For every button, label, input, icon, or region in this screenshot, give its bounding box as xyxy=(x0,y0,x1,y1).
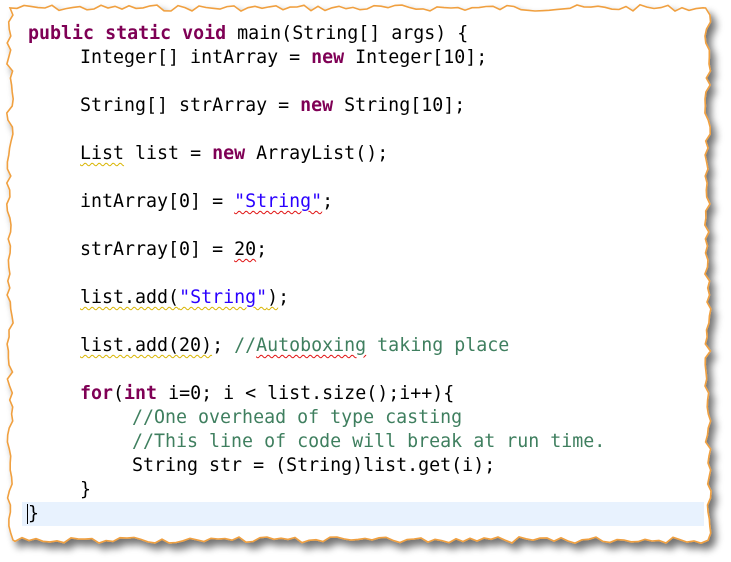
keyword: for xyxy=(80,383,114,404)
keyword: static xyxy=(105,23,172,44)
code-editor[interactable]: public static void main(String[] args) {… xyxy=(22,20,704,530)
code-text: main(String[] args) { xyxy=(226,23,469,44)
code-text: String str = (String)list.get(i); xyxy=(132,455,496,476)
comment: //This line of code will break at run ti… xyxy=(132,431,606,452)
code-text: ; xyxy=(278,287,290,308)
code-line-1[interactable]: public static void main(String[] args) { xyxy=(28,22,468,46)
code-line-4[interactable]: List list = new ArrayList(); xyxy=(80,142,388,166)
keyword: int xyxy=(124,383,158,404)
spelling-squiggle: Autoboxing xyxy=(256,335,367,356)
code-text: i=0; i < list.size();i++){ xyxy=(157,383,455,404)
code-text: list = xyxy=(124,143,213,164)
code-text: intArray[0] = xyxy=(80,191,235,212)
keyword: new xyxy=(212,143,246,164)
code-text: strArray[0] = xyxy=(80,239,235,260)
keyword: void xyxy=(182,23,227,44)
code-line-6[interactable]: strArray[0] = 20; xyxy=(80,238,267,262)
string-literal: "String" xyxy=(179,287,268,308)
code-line-10[interactable]: //One overhead of type casting xyxy=(132,406,462,430)
code-line-3[interactable]: String[] strArray = new String[10]; xyxy=(80,94,465,118)
code-text: ; xyxy=(256,239,268,260)
error-squiggle: "String" xyxy=(234,191,323,212)
comment: taking place xyxy=(366,335,510,356)
warning-squiggle: list.add(20) xyxy=(80,335,213,356)
comment: //One overhead of type casting xyxy=(132,407,463,428)
code-text: list.add( xyxy=(80,287,180,308)
current-line-highlight xyxy=(22,502,704,526)
code-line-12[interactable]: String str = (String)list.get(i); xyxy=(132,454,495,478)
warning-squiggle: list.add("String") xyxy=(80,287,278,308)
code-text: ; xyxy=(322,191,334,212)
code-line-11[interactable]: //This line of code will break at run ti… xyxy=(132,430,605,454)
code-text: ( xyxy=(113,383,125,404)
comment: // xyxy=(234,335,257,356)
warning-squiggle: List xyxy=(80,143,125,164)
closing-brace: } xyxy=(28,503,40,524)
keyword: new xyxy=(300,95,334,116)
code-line-5[interactable]: intArray[0] = "String"; xyxy=(80,190,333,214)
code-text: String[] strArray = xyxy=(80,95,301,116)
keyword: public xyxy=(28,23,95,44)
code-text: ; xyxy=(212,335,235,356)
code-line-9[interactable]: for(int i=0; i < list.size();i++){ xyxy=(80,382,454,406)
code-text: ) xyxy=(267,287,279,308)
code-line-13[interactable]: } xyxy=(80,478,91,502)
keyword: new xyxy=(311,47,345,68)
code-text: String[10]; xyxy=(333,95,466,116)
code-text: ArrayList xyxy=(245,143,356,164)
code-text: Integer[10]; xyxy=(344,47,488,68)
closing-brace: } xyxy=(80,479,92,500)
code-line-8[interactable]: list.add(20); //Autoboxing taking place xyxy=(80,334,509,358)
code-text: (); xyxy=(355,143,389,164)
code-line-2[interactable]: Integer[] intArray = new Integer[10]; xyxy=(80,46,487,70)
code-line-7[interactable]: list.add("String"); xyxy=(80,286,289,310)
code-text: Integer[] intArray = xyxy=(80,47,312,68)
error-squiggle: 20 xyxy=(234,239,257,260)
code-line-14[interactable]: } xyxy=(28,502,39,526)
